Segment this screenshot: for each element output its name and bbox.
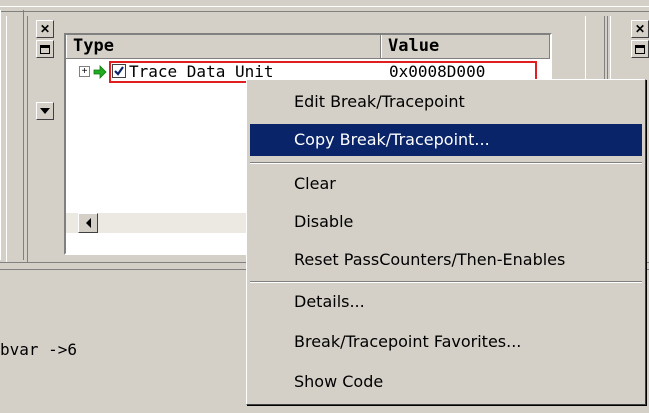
dropdown-arrow-icon (40, 108, 50, 114)
pane-close-button[interactable]: ✕ (36, 20, 54, 38)
close-icon: ✕ (39, 22, 51, 36)
menu-item-edit-breakpoint[interactable]: Edit Break/Tracepoint (250, 86, 642, 118)
menu-separator (250, 281, 642, 283)
pane-menu-button[interactable] (36, 102, 54, 120)
left-pane-grip[interactable] (6, 16, 28, 262)
menu-item-clear[interactable]: Clear (250, 168, 642, 200)
scroll-left-button[interactable] (78, 213, 98, 233)
restore-icon (40, 44, 50, 54)
scroll-left-arrow-icon (85, 218, 91, 228)
top-frame-rail (0, 6, 649, 12)
menu-item-reset-passcounters[interactable]: Reset PassCounters/Then-Enables (250, 244, 642, 276)
menu-item-details[interactable]: Details... (250, 286, 642, 318)
menu-item-show-code[interactable]: Show Code (250, 366, 642, 398)
console-line: bvar ->6 (0, 340, 78, 359)
context-menu: Edit Break/Tracepoint Copy Break/Tracepo… (246, 79, 646, 405)
restore-icon (635, 44, 645, 54)
plus-box-icon[interactable]: + (79, 66, 90, 77)
right-pane-close-button[interactable]: ✕ (631, 20, 649, 38)
green-arrow-icon (93, 65, 107, 79)
menu-item-disable[interactable]: Disable (250, 206, 642, 238)
grid-header: Type Value (66, 35, 550, 59)
menu-item-favorites[interactable]: Break/Tracepoint Favorites... (250, 326, 642, 358)
close-icon: ✕ (634, 22, 646, 36)
menu-separator (250, 162, 642, 164)
pane-restore-button[interactable] (36, 40, 54, 58)
menu-item-copy-breakpoint[interactable]: Copy Break/Tracepoint... (250, 124, 642, 156)
column-header-value[interactable]: Value (381, 35, 550, 58)
column-header-type[interactable]: Type (66, 35, 381, 58)
right-pane-restore-button[interactable] (631, 40, 649, 58)
